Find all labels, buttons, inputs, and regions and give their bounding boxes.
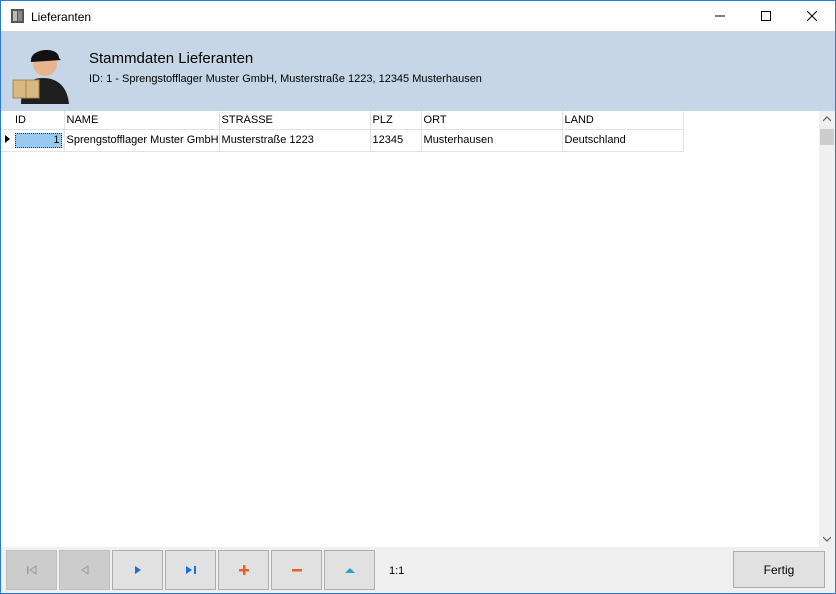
current-row-arrow-icon — [5, 134, 10, 143]
header-panel: Stammdaten Lieferanten ID: 1 - Sprengsto… — [1, 31, 835, 111]
col-header-land[interactable]: LAND — [562, 111, 684, 130]
chevron-down-icon — [823, 536, 831, 542]
first-record-button[interactable] — [6, 550, 57, 590]
maximize-icon — [761, 11, 771, 21]
title-bar[interactable]: Lieferanten — [1, 1, 835, 31]
edit-record-button[interactable] — [324, 550, 375, 590]
col-header-ort[interactable]: ORT — [421, 111, 563, 130]
window-title: Lieferanten — [31, 10, 92, 24]
record-position: 1:1 — [389, 565, 405, 577]
vertical-scrollbar[interactable] — [819, 111, 835, 547]
record-summary: ID: 1 - Sprengstofflager Muster GmbH, Mu… — [89, 73, 482, 85]
done-button[interactable]: Fertig — [733, 551, 825, 588]
cell-name[interactable]: Sprengstofflager Muster GmbH — [64, 129, 220, 152]
cell-id-value: 1 — [15, 132, 62, 148]
edit-icon — [344, 568, 355, 573]
delivery-person-icon — [12, 49, 69, 104]
app-window: Lieferanten Stammdaten Lieferanten ID: 1… — [0, 0, 836, 594]
close-icon — [807, 11, 817, 21]
row-indicator — [1, 129, 13, 152]
cell-id[interactable]: 1 — [13, 129, 65, 152]
insert-icon — [238, 565, 249, 575]
table-row[interactable]: 1 Sprengstofflager Muster GmbH Musterstr… — [1, 129, 684, 152]
delete-icon — [291, 569, 302, 572]
col-header-id[interactable]: ID — [13, 111, 65, 130]
app-icon — [11, 9, 24, 23]
last-icon — [185, 566, 196, 574]
scroll-thumb[interactable] — [820, 129, 834, 145]
insert-record-button[interactable] — [218, 550, 269, 590]
cell-land[interactable]: Deutschland — [562, 129, 684, 152]
cell-plz[interactable]: 12345 — [370, 129, 422, 152]
prior-record-button[interactable] — [59, 550, 110, 590]
delete-record-button[interactable] — [271, 550, 322, 590]
maximize-button[interactable] — [743, 1, 789, 31]
header-indicator — [1, 111, 13, 130]
last-record-button[interactable] — [165, 550, 216, 590]
prior-icon — [80, 565, 88, 575]
page-title: Stammdaten Lieferanten — [89, 50, 254, 67]
next-record-button[interactable] — [112, 550, 163, 590]
close-button[interactable] — [789, 1, 835, 31]
next-icon — [134, 566, 141, 574]
col-header-name[interactable]: NAME — [64, 111, 220, 130]
col-header-strasse[interactable]: STRASSE — [219, 111, 371, 130]
bottom-toolbar: 1:1 Fertig — [1, 547, 835, 593]
chevron-up-icon — [823, 116, 831, 122]
minimize-icon — [715, 15, 725, 17]
scroll-up-button[interactable] — [819, 111, 835, 127]
col-header-plz[interactable]: PLZ — [370, 111, 422, 130]
grid-header-row: ID NAME STRASSE PLZ ORT LAND — [1, 111, 684, 130]
scroll-down-button[interactable] — [819, 531, 835, 547]
first-icon — [26, 565, 36, 575]
cell-ort[interactable]: Musterhausen — [421, 129, 563, 152]
minimize-button[interactable] — [697, 1, 743, 31]
cell-strasse[interactable]: Musterstraße 1223 — [219, 129, 371, 152]
data-grid[interactable]: ID NAME STRASSE PLZ ORT LAND 1 Sprengsto… — [1, 111, 819, 547]
